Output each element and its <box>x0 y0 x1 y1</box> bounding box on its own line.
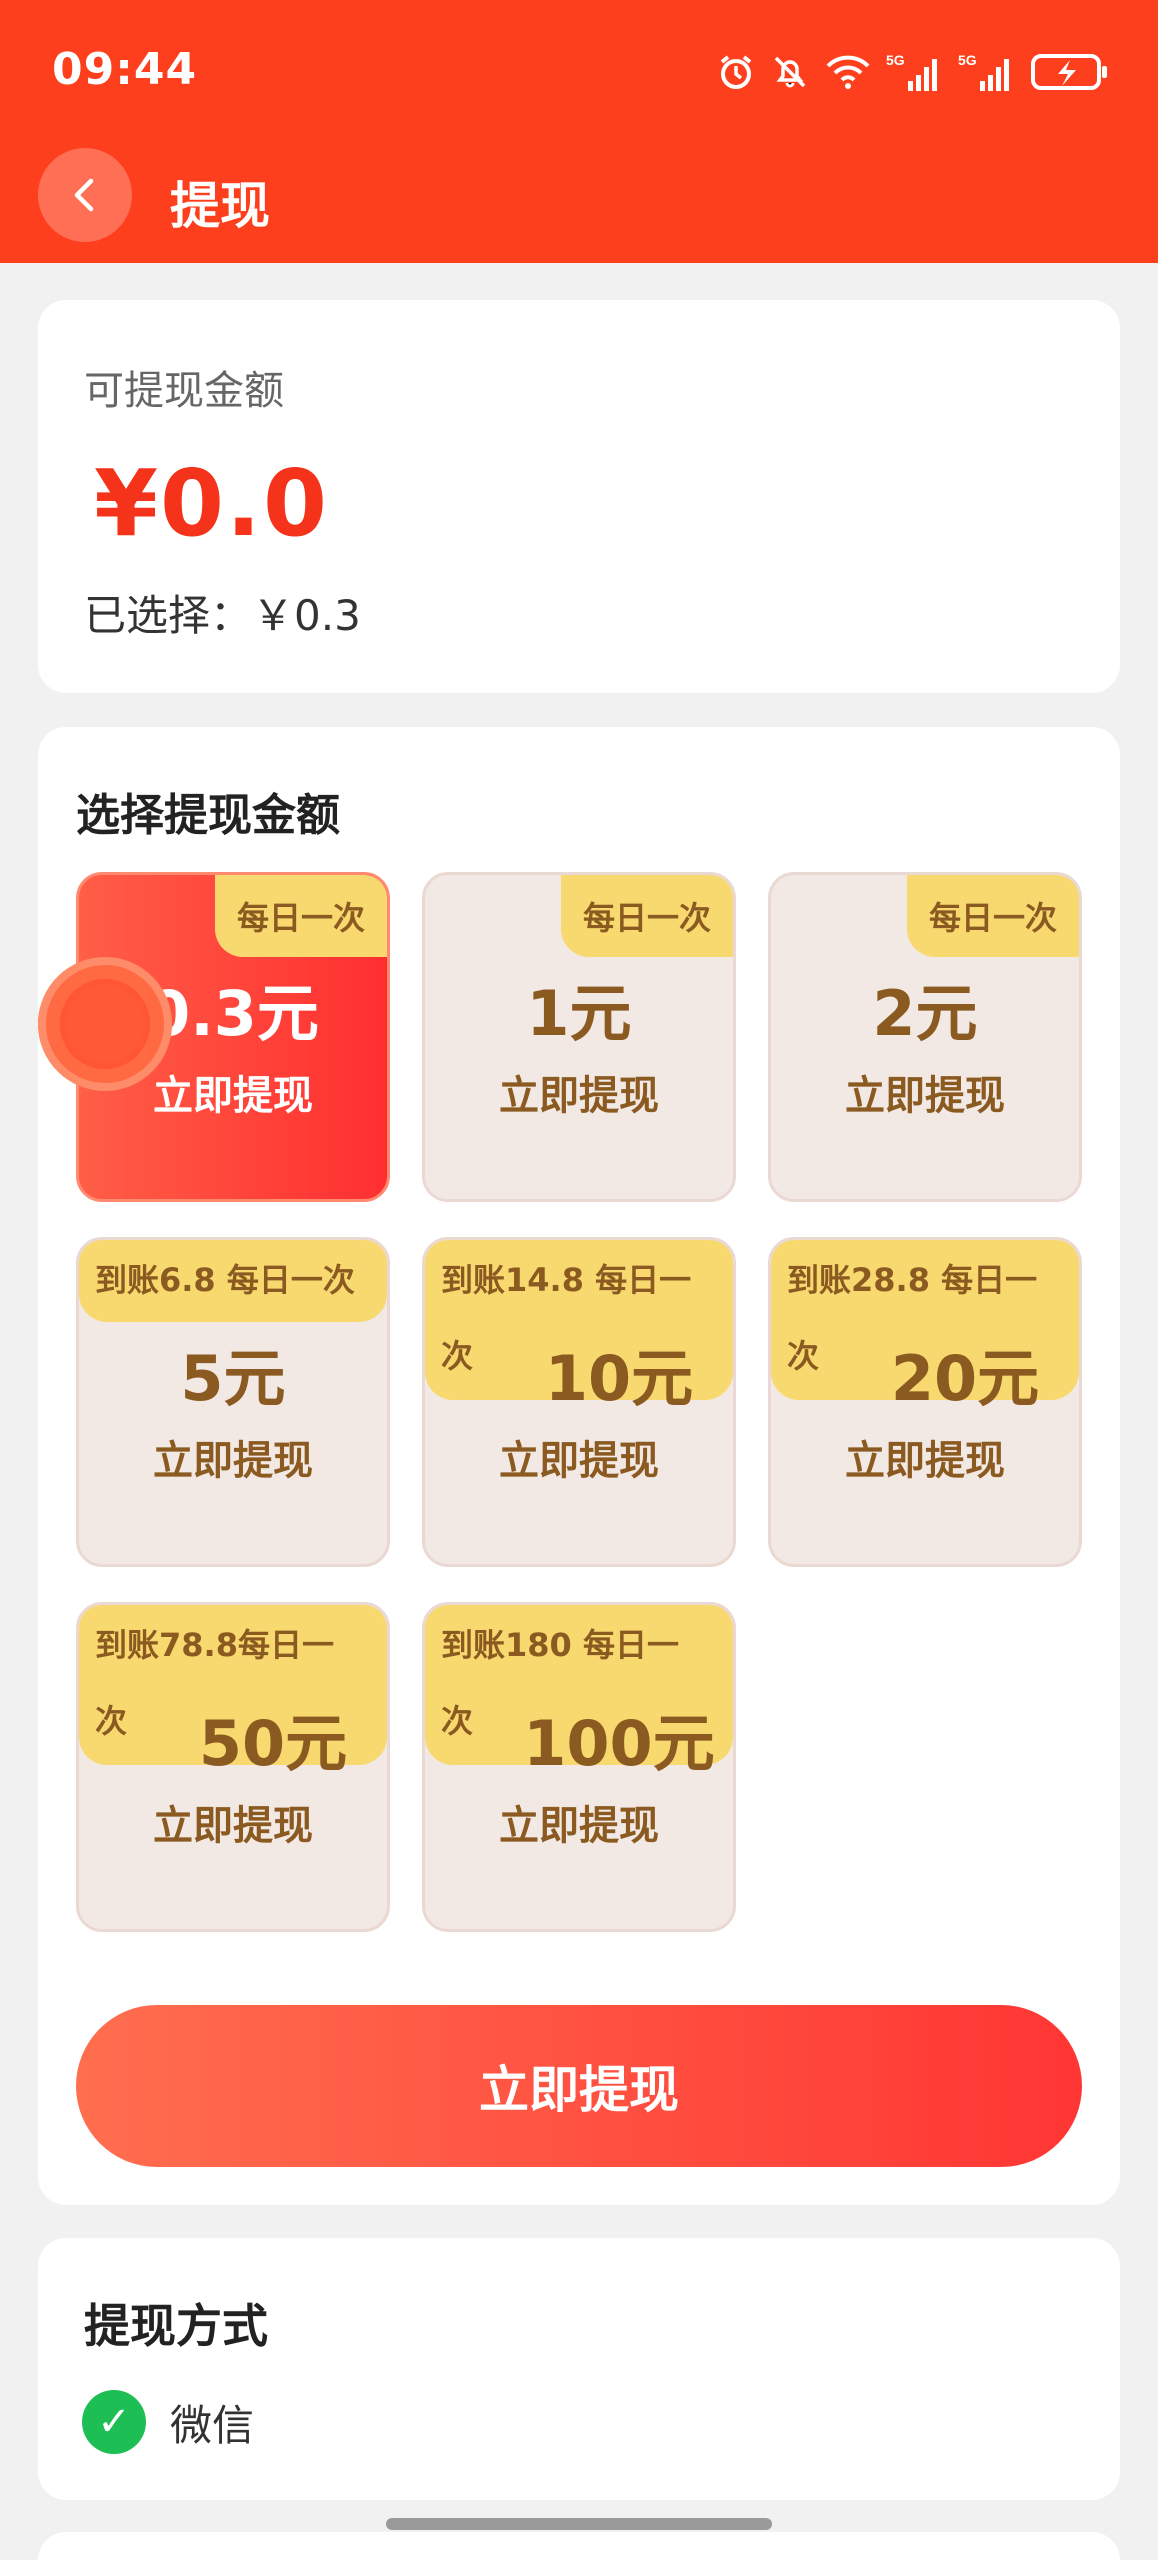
withdraw-submit-button[interactable]: 立即提现 <box>76 2005 1082 2167</box>
daily-once-badge: 每日一次 <box>906 875 1079 957</box>
withdraw-label: 立即提现 <box>153 1803 313 1849</box>
status-icons: 5G 5G <box>716 46 1110 98</box>
chevron-left-icon <box>74 178 94 212</box>
amount-value: 10元 <box>544 1342 694 1415</box>
withdraw-label: 立即提现 <box>499 1073 659 1119</box>
bonus-badge: 到账6.8 每日一次 <box>95 1261 355 1299</box>
section-title: 选择提现金额 <box>76 790 340 841</box>
method-title: 提现方式 <box>84 2299 268 2353</box>
amount-option-100[interactable]: 到账180 每日一次 100元 立即提现 <box>422 1602 736 1932</box>
alarm-icon <box>720 55 752 89</box>
mute-icon <box>774 56 806 88</box>
amount-option-20[interactable]: 到账28.8 每日一次 20元 立即提现 <box>768 1237 1082 1567</box>
signal-5g-icon: 5G <box>958 52 1009 91</box>
selected-amount-text: 已选择：￥0.3 <box>84 591 361 640</box>
check-circle-icon[interactable]: ✓ <box>82 2390 146 2454</box>
status-time: 09:44 <box>52 44 198 95</box>
signal-5g-icon: 5G <box>886 52 937 91</box>
balance-amount: ¥0.0 <box>94 450 329 557</box>
amount-selection-card: 选择提现金额 每日一次 0.3元 立即提现 每日一次 1元 立即提现 每日一次 … <box>38 727 1120 2205</box>
svg-text:5G: 5G <box>958 52 977 68</box>
wechat-option-label[interactable]: 微信 <box>170 2392 254 2453</box>
next-card <box>38 2532 1120 2560</box>
amount-value: 1元 <box>526 977 632 1050</box>
amount-option-2[interactable]: 每日一次 2元 立即提现 <box>768 872 1082 1202</box>
balance-card: 可提现金额 ¥0.0 已选择：￥0.3 <box>38 300 1120 693</box>
back-button[interactable] <box>38 148 132 242</box>
withdraw-label: 立即提现 <box>499 1438 659 1484</box>
battery-charging-icon <box>1031 54 1107 90</box>
wifi-icon <box>826 55 870 89</box>
home-indicator[interactable] <box>386 2518 772 2530</box>
amount-option-10[interactable]: 到账14.8 每日一次 10元 立即提现 <box>422 1237 736 1567</box>
withdraw-label: 立即提现 <box>845 1438 1005 1484</box>
amount-value: 50元 <box>198 1707 348 1780</box>
balance-label: 可提现金额 <box>84 368 284 414</box>
withdraw-label: 立即提现 <box>153 1438 313 1484</box>
amount-value: 2元 <box>872 977 978 1050</box>
daily-once-badge: 每日一次 <box>560 875 733 957</box>
daily-once-badge: 每日一次 <box>214 875 387 957</box>
amount-value: 5元 <box>180 1342 286 1415</box>
amount-option-50[interactable]: 到账78.8每日一次 50元 立即提现 <box>76 1602 390 1932</box>
svg-text:5G: 5G <box>886 52 905 68</box>
amount-value: 20元 <box>890 1342 1040 1415</box>
withdraw-label: 立即提现 <box>845 1073 1005 1119</box>
loading-spinner-core <box>60 979 150 1069</box>
withdraw-method-card: 提现方式 ✓ 微信 <box>38 2238 1120 2500</box>
amount-option-5[interactable]: 到账6.8 每日一次 5元 立即提现 <box>76 1237 390 1567</box>
withdraw-label: 立即提现 <box>499 1803 659 1849</box>
amount-option-1[interactable]: 每日一次 1元 立即提现 <box>422 872 736 1202</box>
top-bar: 09:44 5G 5G 提现 <box>0 0 1158 263</box>
loading-spinner-icon <box>38 957 172 1091</box>
page-title: 提现 <box>170 177 270 235</box>
amount-value: 100元 <box>523 1707 715 1780</box>
